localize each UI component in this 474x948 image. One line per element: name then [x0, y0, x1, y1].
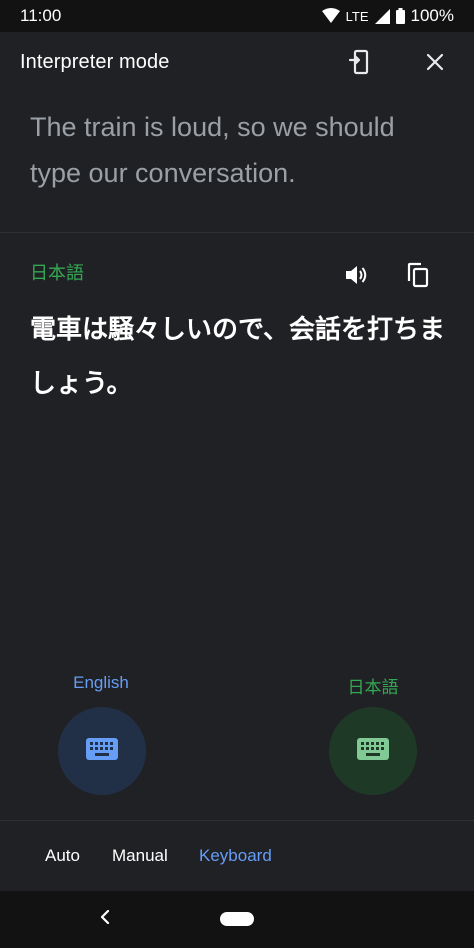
battery-icon [395, 8, 405, 24]
source-text: The train is loud, so we should type our… [30, 112, 395, 188]
japanese-keyboard-button[interactable] [329, 707, 417, 795]
mode-tab-bar: Auto Manual Keyboard [0, 821, 474, 891]
tab-manual[interactable]: Manual [112, 846, 168, 866]
keyboard-icon [357, 737, 389, 765]
source-panel: The train is loud, so we should type our… [0, 96, 474, 232]
network-type: LTE [345, 8, 369, 24]
status-time: 11:00 [20, 6, 62, 25]
back-button[interactable] [85, 899, 125, 939]
close-icon [426, 53, 444, 76]
interpreter-screen: 11:00 LTE 100% Interpreter mode The trai… [0, 0, 474, 948]
english-keyboard-button[interactable] [58, 707, 146, 795]
tab-auto[interactable]: Auto [45, 846, 80, 866]
speak-button[interactable] [336, 257, 376, 297]
target-language-label: 日本語 [30, 263, 84, 283]
tab-keyboard[interactable]: Keyboard [199, 846, 272, 866]
copy-icon [406, 262, 430, 293]
switch-screen-button[interactable] [340, 44, 380, 84]
target-text: 電車は騒々しいので、会話を打ちましょう。 [30, 315, 445, 399]
status-bar: 11:00 LTE 100% [0, 0, 474, 32]
home-pill-icon[interactable] [220, 912, 254, 926]
switch-screen-icon [348, 49, 372, 80]
system-nav-bar [0, 891, 474, 948]
target-panel: 日本語 電車は騒々しいので、会話を打ちましょう。 English 日本語 [0, 233, 474, 820]
keyboard-icon [86, 737, 118, 765]
app-header: Interpreter mode [0, 32, 474, 96]
japanese-label: 日本語 [347, 678, 399, 697]
battery-level: 100% [410, 6, 454, 25]
close-button[interactable] [415, 44, 455, 84]
speaker-icon [344, 264, 368, 291]
english-label: English [73, 673, 129, 692]
copy-button[interactable] [398, 257, 438, 297]
status-icons: LTE 100% [321, 6, 454, 26]
back-icon [100, 909, 110, 929]
signal-icon [374, 8, 390, 24]
page-title: Interpreter mode [20, 51, 170, 73]
wifi-icon [321, 8, 340, 24]
